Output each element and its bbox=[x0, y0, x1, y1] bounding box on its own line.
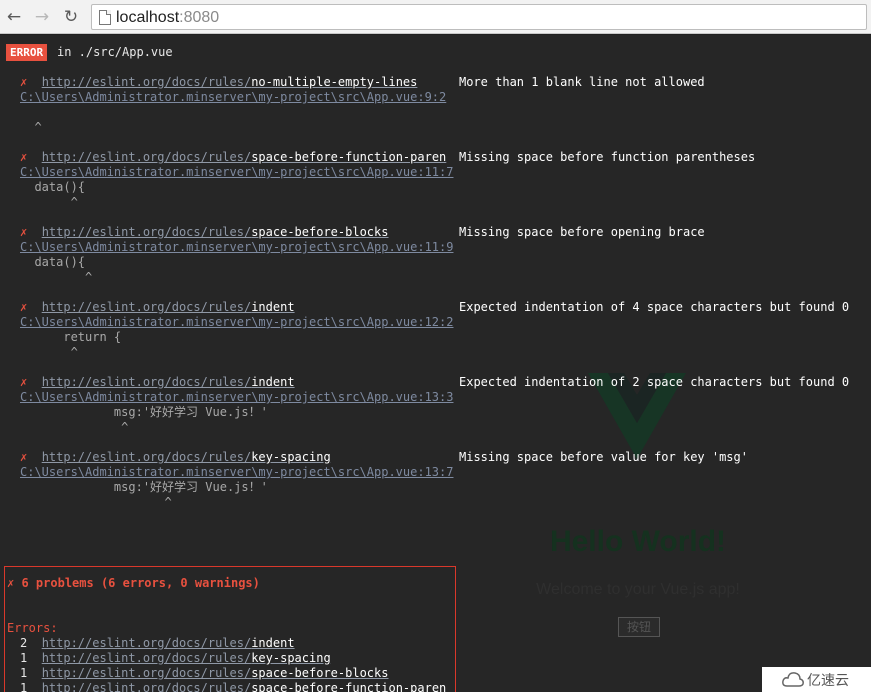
rule-link-prefix: http://eslint.org/docs/rules/ bbox=[41, 225, 252, 239]
cloud-logo-icon bbox=[782, 672, 804, 687]
watermark: 亿速云 bbox=[762, 667, 871, 692]
rule-link-prefix: http://eslint.org/docs/rules/ bbox=[41, 75, 252, 89]
errors-label: Errors: bbox=[7, 621, 58, 635]
error-overlay: Hello World! Welcome to your Vue.js app!… bbox=[0, 35, 871, 692]
error-code-line: return { bbox=[20, 330, 122, 344]
error-x-icon: ✗ bbox=[20, 375, 28, 389]
rule-doc-link[interactable]: http://eslint.org/docs/rules/key-spacing bbox=[42, 651, 331, 665]
app-welcome-text: Welcome to your Vue.js app! bbox=[536, 581, 740, 598]
error-entry-header: ✗ http://eslint.org/docs/rules/key-spaci… bbox=[20, 450, 331, 465]
error-message: Missing space before function parenthese… bbox=[459, 150, 756, 164]
app-button[interactable]: 按钮 bbox=[618, 617, 660, 637]
url-text: localhost:8080 bbox=[116, 9, 220, 26]
error-badge: ERROR bbox=[6, 44, 48, 61]
error-file-path-link[interactable]: C:\Users\Administrator.minserver\my-proj… bbox=[20, 465, 453, 480]
reload-icon[interactable]: ↻ bbox=[60, 6, 82, 28]
forward-arrow-icon[interactable]: → bbox=[31, 6, 53, 28]
error-x-icon: ✗ bbox=[20, 300, 28, 314]
error-file-path-link[interactable]: C:\Users\Administrator.minserver\my-proj… bbox=[20, 390, 453, 405]
error-file-path-link[interactable]: C:\Users\Administrator.minserver\my-proj… bbox=[20, 90, 446, 105]
error-entry-header: ✗ http://eslint.org/docs/rules/space-bef… bbox=[20, 150, 446, 165]
error-code-line: msg:'好好学习 Vue.js！' bbox=[20, 480, 268, 494]
error-entry-header: ✗ http://eslint.org/docs/rules/space-bef… bbox=[20, 225, 388, 240]
watermark-text: 亿速云 bbox=[807, 673, 849, 689]
rule-link-prefix: http://eslint.org/docs/rules/ bbox=[41, 636, 252, 650]
rule-doc-link[interactable]: http://eslint.org/docs/rules/space-befor… bbox=[42, 666, 389, 680]
rule-name: space-before-function-paren bbox=[251, 150, 447, 164]
error-message: Expected indentation of 4 space characte… bbox=[459, 300, 850, 314]
back-arrow-icon[interactable]: ← bbox=[3, 6, 25, 28]
error-file-path-link[interactable]: C:\Users\Administrator.minserver\my-proj… bbox=[20, 165, 453, 180]
error-message: Missing space before opening brace bbox=[459, 225, 705, 239]
rule-count: 1 bbox=[20, 681, 28, 692]
rule-name: space-before-blocks bbox=[251, 666, 389, 680]
error-file-path-link[interactable]: C:\Users\Administrator.minserver\my-proj… bbox=[20, 240, 453, 255]
rule-name: space-before-function-paren bbox=[251, 681, 447, 692]
error-x-icon: ✗ bbox=[7, 576, 15, 590]
browser-toolbar: ← → ↻ localhost:8080 bbox=[0, 0, 871, 34]
rule-name: key-spacing bbox=[251, 450, 331, 464]
rule-name: key-spacing bbox=[251, 651, 331, 665]
error-code-line: data(){ bbox=[20, 180, 86, 194]
rule-link-prefix: http://eslint.org/docs/rules/ bbox=[41, 300, 252, 314]
error-code-line: msg:'好好学习 Vue.js！' bbox=[20, 405, 268, 419]
page-icon bbox=[99, 10, 111, 25]
error-location: in ./src/App.vue bbox=[57, 45, 173, 59]
address-bar[interactable]: localhost:8080 bbox=[91, 4, 867, 30]
error-x-icon: ✗ bbox=[20, 450, 28, 464]
error-entry-header: ✗ http://eslint.org/docs/rules/no-multip… bbox=[20, 75, 417, 90]
error-x-icon: ✗ bbox=[20, 75, 28, 89]
rule-doc-link[interactable]: http://eslint.org/docs/rules/space-befor… bbox=[42, 150, 447, 164]
summary-row: 1 http://eslint.org/docs/rules/key-spaci… bbox=[20, 651, 331, 666]
error-caret: ^ bbox=[20, 345, 78, 359]
summary-row: 1 http://eslint.org/docs/rules/space-bef… bbox=[20, 666, 388, 681]
problems-summary: ✗ 6 problems (6 errors, 0 warnings) Erro… bbox=[4, 566, 456, 692]
rule-count: 2 bbox=[20, 636, 28, 650]
rule-link-prefix: http://eslint.org/docs/rules/ bbox=[41, 666, 252, 680]
error-caret: ^ bbox=[20, 495, 172, 509]
rule-name: indent bbox=[251, 300, 295, 314]
rule-name: space-before-blocks bbox=[251, 225, 389, 239]
summary-row: 1 http://eslint.org/docs/rules/space-bef… bbox=[20, 681, 446, 692]
rule-link-prefix: http://eslint.org/docs/rules/ bbox=[41, 651, 252, 665]
error-code-line: data(){ bbox=[20, 255, 86, 269]
app-heading: Hello World! bbox=[549, 525, 727, 558]
error-entry-header: ✗ http://eslint.org/docs/rules/indent bbox=[20, 300, 295, 315]
rule-name: no-multiple-empty-lines bbox=[251, 75, 418, 89]
error-message: More than 1 blank line not allowed bbox=[459, 75, 705, 89]
error-caret: ^ bbox=[20, 420, 129, 434]
summary-row: 2 http://eslint.org/docs/rules/indent bbox=[20, 636, 295, 651]
rule-doc-link[interactable]: http://eslint.org/docs/rules/no-multiple… bbox=[42, 75, 418, 89]
rule-doc-link[interactable]: http://eslint.org/docs/rules/indent bbox=[42, 300, 295, 314]
rule-link-prefix: http://eslint.org/docs/rules/ bbox=[41, 681, 252, 692]
rule-doc-link[interactable]: http://eslint.org/docs/rules/space-befor… bbox=[42, 681, 447, 692]
rule-doc-link[interactable]: http://eslint.org/docs/rules/key-spacing bbox=[42, 450, 331, 464]
rule-name: indent bbox=[251, 636, 295, 650]
error-caret: ^ bbox=[20, 270, 93, 284]
rule-name: indent bbox=[251, 375, 295, 389]
error-message: Missing space before value for key 'msg' bbox=[459, 450, 748, 464]
summary-title: ✗ 6 problems (6 errors, 0 warnings) bbox=[7, 576, 260, 590]
rule-doc-link[interactable]: http://eslint.org/docs/rules/space-befor… bbox=[42, 225, 389, 239]
error-entry-header: ✗ http://eslint.org/docs/rules/indent bbox=[20, 375, 295, 390]
error-message: Expected indentation of 2 space characte… bbox=[459, 375, 850, 389]
rule-count: 1 bbox=[20, 666, 28, 680]
error-caret: ^ bbox=[20, 120, 42, 134]
error-x-icon: ✗ bbox=[20, 225, 28, 239]
rule-link-prefix: http://eslint.org/docs/rules/ bbox=[41, 450, 252, 464]
error-file-path-link[interactable]: C:\Users\Administrator.minserver\my-proj… bbox=[20, 315, 453, 330]
rule-link-prefix: http://eslint.org/docs/rules/ bbox=[41, 150, 252, 164]
rule-doc-link[interactable]: http://eslint.org/docs/rules/indent bbox=[42, 375, 295, 389]
rule-link-prefix: http://eslint.org/docs/rules/ bbox=[41, 375, 252, 389]
rule-doc-link[interactable]: http://eslint.org/docs/rules/indent bbox=[42, 636, 295, 650]
error-x-icon: ✗ bbox=[20, 150, 28, 164]
rule-count: 1 bbox=[20, 651, 28, 665]
error-caret: ^ bbox=[20, 195, 78, 209]
